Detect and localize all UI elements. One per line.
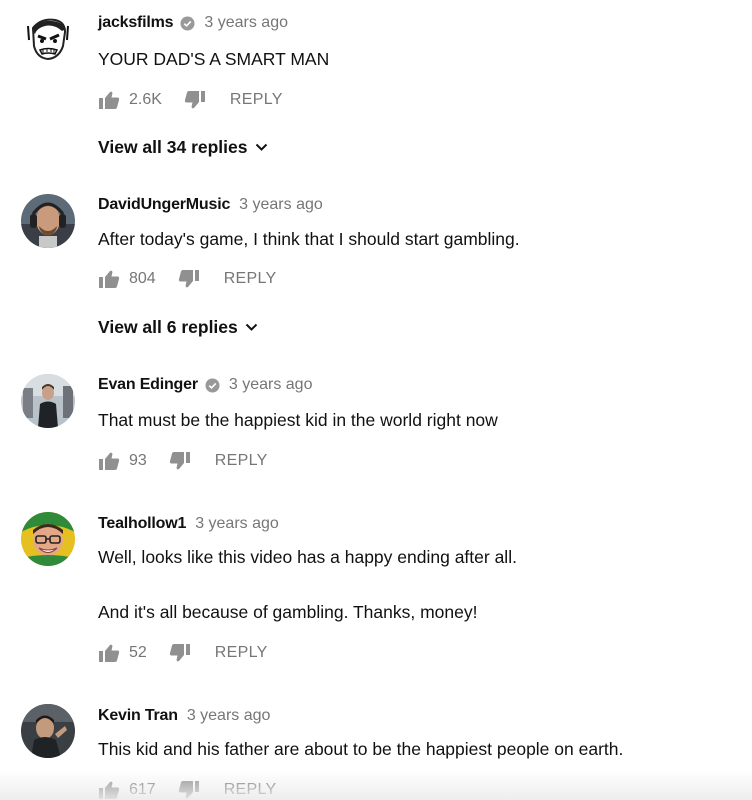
view-replies-label: View all 6 replies [98, 316, 238, 337]
avatar[interactable] [21, 704, 75, 758]
verified-icon [205, 377, 220, 393]
avatar[interactable] [21, 512, 75, 566]
comment-time[interactable]: 3 years ago [187, 707, 271, 725]
view-replies-label: View all 34 replies [98, 136, 248, 157]
thumbs-up-icon [99, 91, 120, 109]
view-replies-button[interactable]: View all 6 replies [98, 316, 258, 338]
rage-face-avatar-icon [21, 12, 75, 66]
man-with-headphones-avatar-icon [21, 194, 75, 248]
comment-text: After today's game, I think that I shoul… [98, 229, 520, 249]
author-name[interactable]: Kevin Tran [98, 707, 178, 725]
chevron-down-icon [245, 323, 257, 331]
comment-time[interactable]: 3 years ago [195, 515, 279, 533]
like-count: 2.6K [129, 91, 162, 108]
comment-time[interactable]: 3 years ago [204, 14, 288, 32]
comment-actions: 804 REPLY [98, 268, 276, 290]
man-dark-avatar-icon [21, 704, 75, 758]
like-button[interactable]: 93 [98, 451, 147, 471]
reply-button[interactable]: REPLY [224, 270, 277, 288]
like-button[interactable]: 2.6K [98, 90, 162, 110]
like-button[interactable]: 52 [98, 643, 147, 663]
comment-text: That must be the happiest kid in the wor… [98, 410, 498, 430]
thumbs-up-icon [99, 452, 120, 470]
thumbs-down-icon [169, 452, 190, 470]
comment-text-paragraph: And it's all because of gambling. Thanks… [98, 602, 478, 622]
avatar[interactable] [21, 374, 75, 428]
comment-actions: 52 REPLY [98, 642, 268, 664]
like-count: 93 [129, 452, 147, 469]
author-name[interactable]: Tealhollow1 [98, 515, 186, 533]
thumbs-down-icon [178, 781, 199, 799]
man-standing-avatar-icon [21, 374, 75, 428]
comment-time[interactable]: 3 years ago [239, 196, 323, 214]
like-button[interactable]: 617 [98, 780, 156, 800]
smiling-man-green-avatar-icon [21, 512, 75, 566]
thumbs-down-icon [184, 91, 205, 109]
comment-header: Kevin Tran 3 years ago [98, 705, 270, 727]
comment-header: jacksfilms 3 years ago [98, 12, 288, 34]
reply-button[interactable]: REPLY [230, 91, 283, 109]
verified-icon [180, 15, 195, 31]
thumbs-up-icon [99, 270, 120, 288]
avatar[interactable] [21, 12, 75, 66]
comment-header: Tealhollow1 3 years ago [98, 513, 279, 535]
comment-text: YOUR DAD'S A SMART MAN [98, 49, 330, 69]
comment-text: Well, looks like this video has a happy … [98, 547, 517, 567]
reply-button[interactable]: REPLY [215, 644, 268, 662]
dislike-button[interactable] [169, 643, 191, 663]
dislike-button[interactable] [184, 90, 206, 110]
comment-actions: 93 REPLY [98, 450, 268, 472]
author-name[interactable]: Evan Edinger [98, 376, 198, 394]
comment-text: This kid and his father are about to be … [98, 739, 624, 759]
chevron-down-icon [255, 143, 267, 151]
comments-section: jacksfilms 3 years ago YOUR DAD'S A SMAR… [0, 0, 752, 800]
dislike-button[interactable] [169, 451, 191, 471]
like-button[interactable]: 804 [98, 269, 156, 289]
comment-header: Evan Edinger 3 years ago [98, 374, 312, 396]
view-replies-button[interactable]: View all 34 replies [98, 136, 268, 158]
author-name[interactable]: DavidUngerMusic [98, 196, 230, 214]
like-count: 617 [129, 781, 156, 798]
comment-actions: 2.6K REPLY [98, 89, 283, 111]
reply-button[interactable]: REPLY [215, 452, 268, 470]
comment-header: DavidUngerMusic 3 years ago [98, 194, 323, 216]
thumbs-down-icon [178, 270, 199, 288]
comment-actions: 617 REPLY [98, 779, 276, 800]
thumbs-up-icon [99, 781, 120, 799]
comment-time[interactable]: 3 years ago [229, 376, 313, 394]
avatar[interactable] [21, 194, 75, 248]
author-name[interactable]: jacksfilms [98, 14, 174, 32]
like-count: 52 [129, 644, 147, 661]
like-count: 804 [129, 270, 156, 287]
dislike-button[interactable] [178, 269, 200, 289]
reply-button[interactable]: REPLY [224, 781, 277, 799]
thumbs-down-icon [169, 644, 190, 662]
thumbs-up-icon [99, 644, 120, 662]
dislike-button[interactable] [178, 780, 200, 800]
